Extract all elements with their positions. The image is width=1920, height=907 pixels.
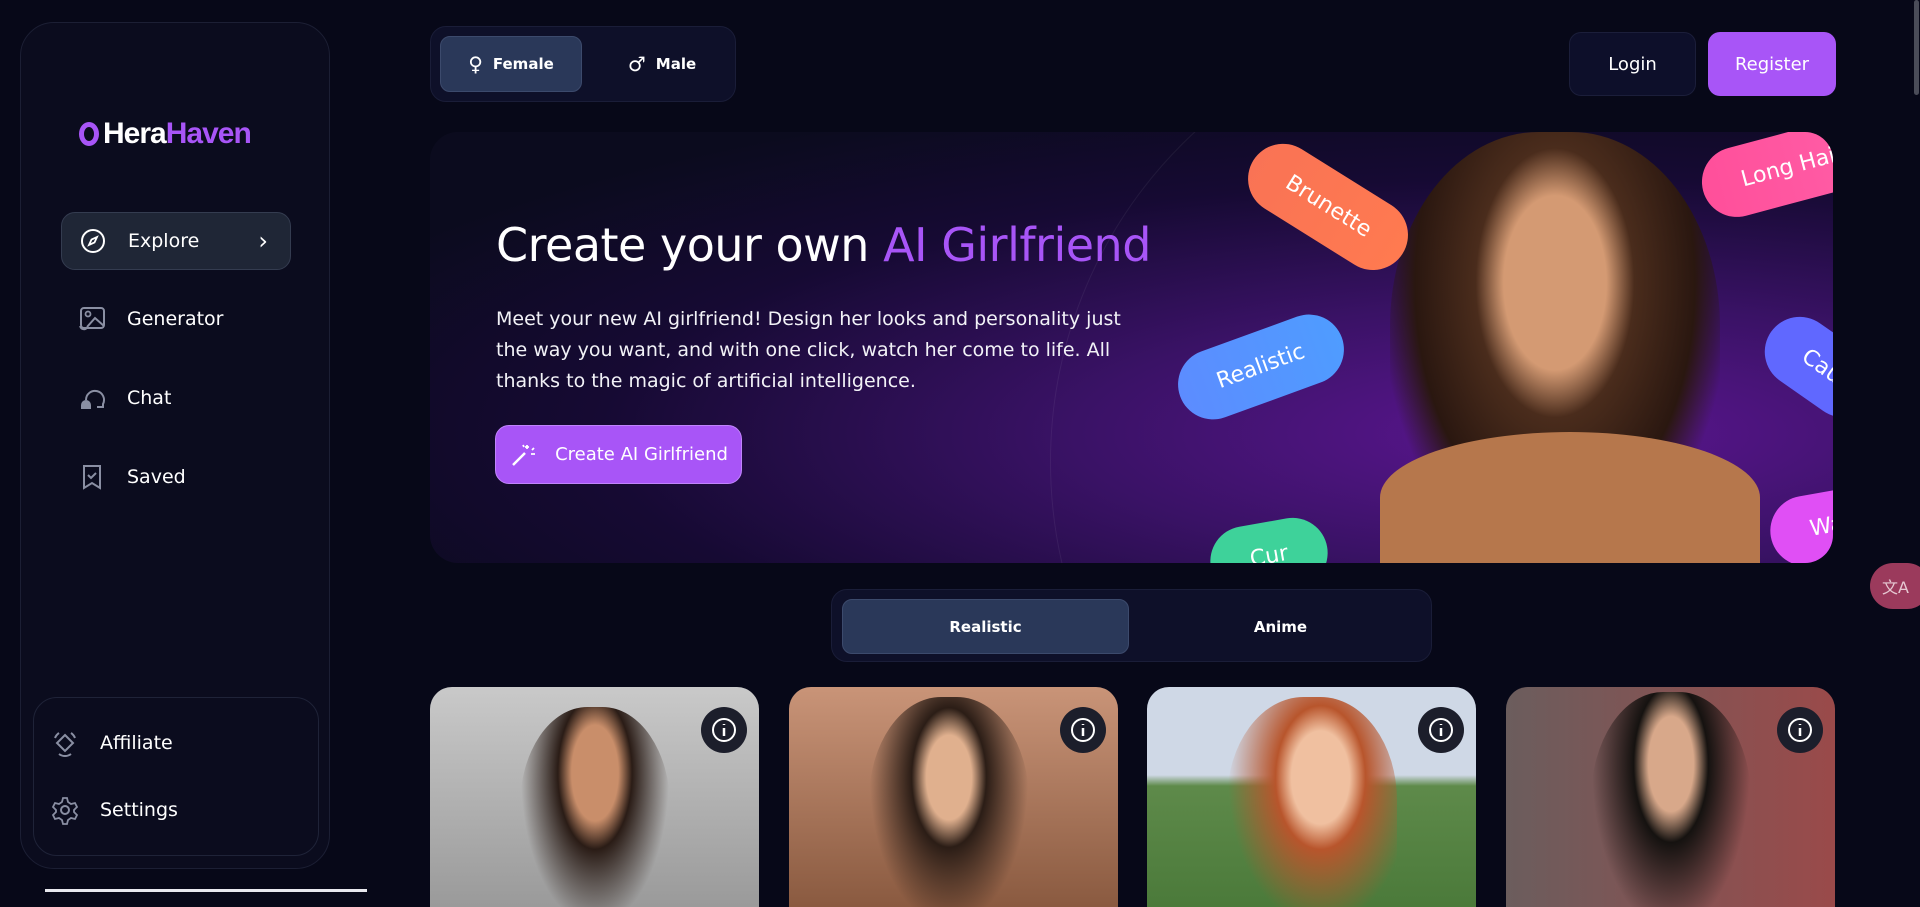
- gender-female-button[interactable]: ♀ Female: [440, 36, 582, 92]
- sidebar-item-saved[interactable]: Saved: [61, 448, 291, 506]
- image-generator-icon: [79, 307, 105, 331]
- sidebar-bottom-panel: Affiliate Settings: [33, 697, 319, 856]
- gear-icon: [51, 797, 79, 825]
- info-icon[interactable]: [1060, 707, 1106, 753]
- sidebar-item-chat[interactable]: Chat: [61, 369, 291, 427]
- magic-wand-icon: [512, 444, 536, 466]
- gender-male-button[interactable]: ♂ Male: [591, 36, 733, 92]
- bookmark-check-icon: [83, 465, 101, 490]
- gender-toggle: ♀ Female ♂ Male: [430, 26, 736, 102]
- create-ai-girlfriend-button[interactable]: Create AI Girlfriend: [495, 425, 742, 484]
- hero-banner: Create your own AI Girlfriend Meet your …: [430, 132, 1833, 563]
- character-card[interactable]: [430, 687, 759, 907]
- sidebar: Hera Haven Explore › Generator Chat Saved…: [20, 22, 330, 869]
- sidebar-item-explore[interactable]: Explore ›: [61, 212, 291, 270]
- female-symbol-icon: ♀: [468, 52, 483, 76]
- style-realistic-button[interactable]: Realistic: [842, 599, 1129, 654]
- style-toggle: Realistic Anime: [831, 589, 1432, 662]
- info-icon[interactable]: [1418, 707, 1464, 753]
- male-symbol-icon: ♂: [627, 52, 646, 76]
- vertical-scrollbar[interactable]: [1914, 0, 1919, 95]
- character-card[interactable]: [789, 687, 1118, 907]
- chevron-right-icon: ›: [258, 227, 268, 255]
- style-anime-button[interactable]: Anime: [1137, 599, 1424, 654]
- info-icon[interactable]: [1777, 707, 1823, 753]
- chat-bubbles-icon: [81, 389, 105, 409]
- character-card[interactable]: [1506, 687, 1835, 907]
- sidebar-item-affiliate[interactable]: Affiliate: [50, 728, 173, 758]
- affiliate-icon: [54, 732, 76, 757]
- hero-title: Create your own AI Girlfriend: [496, 218, 1151, 272]
- register-button[interactable]: Register: [1708, 32, 1836, 96]
- translate-icon[interactable]: 文A: [1870, 563, 1920, 609]
- compass-icon: [81, 229, 105, 253]
- logo[interactable]: Hera Haven: [79, 117, 252, 151]
- hero-description: Meet your new AI girlfriend! Design her …: [496, 308, 1121, 392]
- login-button[interactable]: Login: [1569, 32, 1696, 96]
- character-card[interactable]: [1147, 687, 1476, 907]
- sidebar-item-settings[interactable]: Settings: [50, 795, 178, 825]
- logo-icon: [79, 122, 99, 146]
- sidebar-item-generator[interactable]: Generator: [61, 290, 291, 348]
- info-icon[interactable]: [701, 707, 747, 753]
